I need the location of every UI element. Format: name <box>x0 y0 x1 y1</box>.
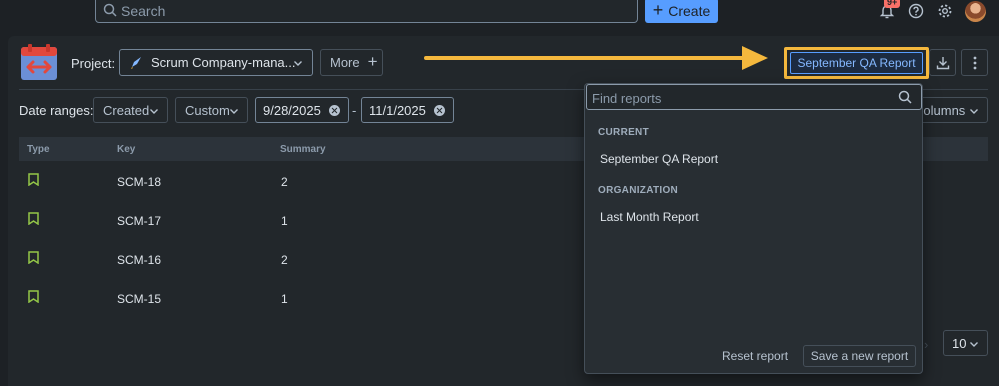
columns-button[interactable]: Columns <box>915 97 988 123</box>
start-date-input[interactable]: 9/28/2025 <box>255 97 349 123</box>
gear-icon[interactable] <box>937 3 953 19</box>
story-icon <box>28 290 39 303</box>
chevron-down-icon <box>230 109 238 114</box>
start-date-value: 9/28/2025 <box>263 102 321 118</box>
search-icon <box>898 90 912 104</box>
table-row[interactable]: SCM-15 1 <box>19 278 599 317</box>
end-date-value: 11/1/2025 <box>369 102 426 118</box>
project-select[interactable]: Scrum Company-mana... <box>119 49 313 76</box>
clear-icon[interactable] <box>434 105 445 116</box>
reset-report-button[interactable]: Reset report <box>722 349 788 363</box>
report-dropdown: Find reports CURRENT September QA Report… <box>584 83 923 374</box>
table-row[interactable]: SCM-17 1 <box>19 200 599 239</box>
issue-key[interactable]: SCM-15 <box>117 292 161 306</box>
calendar-icon <box>21 44 57 80</box>
plus-icon: + <box>367 52 378 71</box>
find-reports-input[interactable]: Find reports <box>586 84 922 110</box>
create-button[interactable]: + Create <box>645 0 718 23</box>
chevron-down-icon <box>970 109 978 114</box>
range-type-select[interactable]: Custom <box>175 97 248 123</box>
annotation-arrow <box>424 46 768 70</box>
date-field-value: Created <box>103 102 150 118</box>
more-options-button[interactable] <box>961 49 988 76</box>
search-icon <box>103 3 117 17</box>
table-row[interactable]: SCM-16 2 <box>19 239 599 278</box>
chevron-down-icon <box>970 342 978 347</box>
more-label: More <box>330 55 360 70</box>
more-vertical-icon <box>973 56 976 69</box>
end-date-input[interactable]: 11/1/2025 <box>361 97 454 123</box>
page-size-value: 10 <box>952 335 967 351</box>
story-icon <box>28 212 39 225</box>
project-label: Project: <box>71 56 116 71</box>
issue-key[interactable]: SCM-16 <box>117 253 161 267</box>
issue-summary: 2 <box>281 253 288 267</box>
chevron-down-icon <box>150 109 158 114</box>
date-field-select[interactable]: Created <box>93 97 168 123</box>
project-value: Scrum Company-mana... <box>151 55 296 70</box>
section-heading-organization: ORGANIZATION <box>598 185 679 196</box>
issue-key[interactable]: SCM-17 <box>117 214 161 228</box>
more-button[interactable]: More + <box>320 49 383 76</box>
top-navigation: Search + Create 9+ <box>0 0 999 27</box>
save-new-report-button[interactable]: Save a new report <box>803 345 916 367</box>
report-option[interactable]: September QA Report <box>600 152 718 166</box>
story-icon <box>28 251 39 264</box>
issue-summary: 2 <box>281 175 288 189</box>
clear-icon[interactable] <box>329 105 340 116</box>
report-option[interactable]: Last Month Report <box>600 210 699 224</box>
help-icon[interactable] <box>908 3 924 19</box>
find-reports-placeholder: Find reports <box>592 91 662 106</box>
date-separator: - <box>352 103 357 118</box>
section-heading-current: CURRENT <box>598 127 649 138</box>
issue-key[interactable]: SCM-18 <box>117 175 161 189</box>
issue-summary: 1 <box>281 292 288 306</box>
global-search-input[interactable]: Search <box>95 0 638 23</box>
column-header-key[interactable]: Key <box>117 144 135 155</box>
avatar[interactable] <box>965 1 986 22</box>
issue-summary: 1 <box>281 214 288 228</box>
date-ranges-label: Date ranges: <box>19 103 94 118</box>
notification-badge: 9+ <box>884 0 901 8</box>
download-button[interactable] <box>929 49 956 76</box>
search-placeholder: Search <box>121 3 166 19</box>
download-icon <box>936 56 949 69</box>
rocket-icon <box>131 56 141 69</box>
plus-icon: + <box>652 0 664 20</box>
page-size-select[interactable]: 10 <box>943 330 988 356</box>
table-row[interactable]: SCM-18 2 <box>19 161 599 200</box>
story-icon <box>28 173 39 186</box>
next-page-icon[interactable]: › <box>924 337 928 352</box>
column-header-type[interactable]: Type <box>27 144 50 155</box>
create-label: Create <box>668 2 711 19</box>
range-type-value: Custom <box>185 102 230 118</box>
report-select-button[interactable]: September QA Report <box>790 52 923 74</box>
column-header-summary[interactable]: Summary <box>280 144 326 155</box>
chevron-down-icon <box>294 61 302 66</box>
